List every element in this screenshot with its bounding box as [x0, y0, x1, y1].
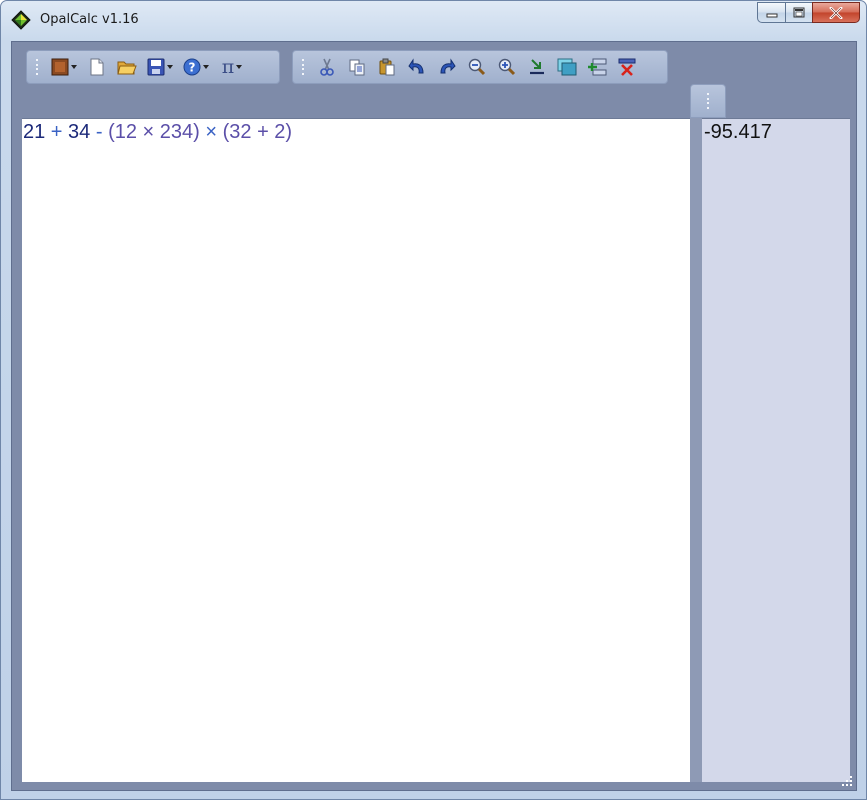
main-toolbar: ? π [26, 50, 280, 84]
undo-button[interactable] [405, 55, 429, 79]
svg-text:?: ? [189, 61, 196, 75]
paste-button[interactable] [375, 55, 399, 79]
help-icon: ? [183, 58, 201, 76]
result-value: -95.417 [704, 121, 772, 143]
save-button[interactable] [145, 55, 175, 79]
open-folder-icon [117, 61, 137, 75]
pi-constants-icon: π [221, 55, 235, 78]
minimize-button[interactable] [757, 2, 785, 23]
add-line-icon [588, 58, 607, 76]
insert-result-icon [530, 59, 544, 75]
zoom-out-button[interactable] [465, 55, 489, 79]
zoom-in-button[interactable] [495, 55, 519, 79]
zoom-in-icon [498, 58, 516, 76]
resize-grip-icon[interactable] [840, 774, 852, 786]
dropdown-caret [71, 65, 77, 69]
window-title: OpalCalc v1.16 [40, 12, 139, 27]
theme-icon [51, 58, 69, 76]
dropdown-caret [203, 65, 209, 69]
redo-icon [440, 58, 456, 74]
expression-token: × [199, 121, 223, 143]
toolbar-grip [704, 91, 712, 111]
title-bar[interactable]: OpalCalc v1.16 [1, 1, 866, 39]
undo-icon [408, 58, 424, 74]
expression-editor[interactable]: 21 + 34 - (12 × 234) × (32 + 2) [22, 118, 690, 782]
zoom-out-icon [468, 58, 486, 76]
close-button[interactable] [812, 2, 860, 23]
pane-splitter[interactable] [690, 118, 702, 782]
expression-token: + [45, 121, 69, 143]
new-button[interactable] [85, 55, 109, 79]
results-pane: -95.417 [702, 118, 850, 782]
expression-token: - [90, 121, 109, 143]
app-window: OpalCalc v1.16 ? π 21 + 34 - (12 × 234) … [0, 0, 867, 800]
redo-button[interactable] [435, 55, 459, 79]
window-button[interactable] [555, 55, 579, 79]
help-button[interactable]: ? [181, 55, 211, 79]
new-document-icon [90, 58, 104, 76]
window-icon [557, 58, 577, 76]
window-controls [757, 2, 860, 24]
expression-line: 21 + 34 - (12 × 234) × (32 + 2) [23, 121, 292, 144]
copy-button[interactable] [345, 55, 369, 79]
close-icon [829, 6, 843, 19]
add-line-button[interactable] [585, 55, 609, 79]
constants-button[interactable]: π [217, 55, 247, 79]
clear-icon [618, 58, 636, 76]
expression-token: 21 [23, 121, 46, 143]
cut-icon [320, 58, 334, 76]
maximize-button[interactable] [785, 2, 812, 23]
dropdown-caret [236, 65, 243, 69]
cut-button[interactable] [315, 55, 339, 79]
insert-result-button[interactable] [525, 55, 549, 79]
save-icon [147, 58, 165, 76]
expression-token: 34 [68, 121, 91, 143]
toolbar-grip[interactable] [299, 57, 307, 77]
opalcalc-app-icon [11, 10, 31, 30]
toolbar-grip[interactable] [33, 57, 41, 77]
theme-button[interactable] [49, 55, 79, 79]
minimize-icon [766, 13, 777, 17]
client-area: ? π 21 + 34 - (12 × 234) × (32 + 2) -95.… [11, 41, 857, 791]
edit-toolbar [292, 50, 668, 84]
dropdown-caret [167, 65, 173, 69]
expression-token: (32 + 2) [222, 121, 293, 143]
expression-token: (12 × 234) [108, 121, 200, 143]
results-pane-grip[interactable] [690, 84, 726, 118]
paste-icon [379, 58, 395, 76]
copy-icon [349, 59, 365, 76]
maximize-icon [793, 7, 805, 18]
open-button[interactable] [115, 55, 139, 79]
clear-button[interactable] [615, 55, 639, 79]
